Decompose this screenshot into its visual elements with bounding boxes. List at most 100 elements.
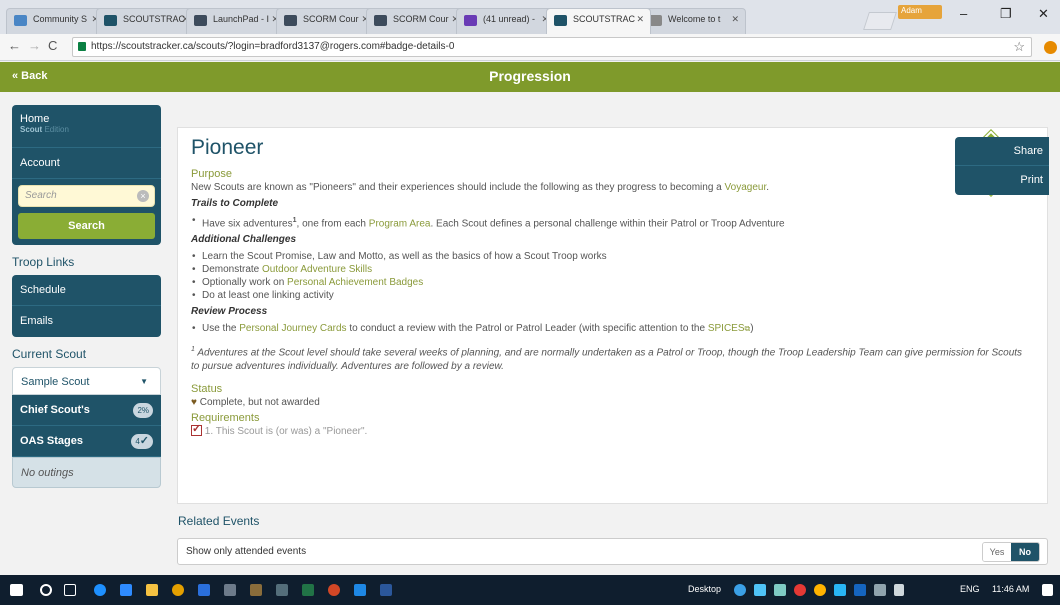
sidebar-item-home[interactable]: Home Scout Edition <box>12 105 161 148</box>
clear-search-icon[interactable]: × <box>137 190 149 202</box>
list-item: Demonstrate Outdoor Adventure Skills <box>191 263 1031 276</box>
list-item: Learn the Scout Promise, Law and Motto, … <box>191 250 1031 263</box>
trails-list: Have six adventures1, one from each Prog… <box>191 214 1031 230</box>
app-icon[interactable] <box>276 584 288 596</box>
additional-list: Learn the Scout Promise, Law and Motto, … <box>191 250 1031 302</box>
outlook-icon[interactable] <box>198 584 210 596</box>
main-nav: Home Scout Edition Account Search × Sear… <box>12 105 161 245</box>
sidebar-item-oas-stages[interactable]: OAS Stages 4✓ <box>12 426 161 457</box>
scout-select[interactable]: Sample Scout ▼ <box>12 367 161 395</box>
tab-favicon-icon <box>554 15 567 26</box>
back-arrow-icon[interactable]: ← <box>8 38 21 53</box>
troop-links: Schedule Emails <box>12 275 161 337</box>
print-button[interactable]: Print <box>955 166 1049 195</box>
app-icon[interactable] <box>354 584 366 596</box>
reload-icon[interactable]: C <box>48 38 57 53</box>
notifications-icon[interactable] <box>1042 584 1053 596</box>
program-area-link[interactable]: Program Area <box>369 218 431 229</box>
search-button[interactable]: Search <box>18 213 155 239</box>
browser-tab[interactable]: (41 unread) -✕ <box>456 8 556 34</box>
badge-content: Purpose New Scouts are known as "Pioneer… <box>191 168 1031 438</box>
spices-link[interactable]: SPICES <box>708 323 745 334</box>
list-item: Use the Personal Journey Cards to conduc… <box>191 322 1031 335</box>
sidebar-item-emails[interactable]: Emails <box>12 306 161 337</box>
sidebar-item-chief-scouts[interactable]: Chief Scout's 2% <box>12 395 161 426</box>
award-pending-icon: ♥ <box>191 396 197 408</box>
close-window-icon[interactable]: ✕ <box>1038 6 1049 22</box>
task-view-icon[interactable] <box>64 584 76 596</box>
url-input[interactable]: https://scoutstracker.ca/scouts/?login=b… <box>72 37 1032 57</box>
badge-title: Pioneer <box>191 136 264 159</box>
journey-cards-link[interactable]: Personal Journey Cards <box>239 323 346 334</box>
search-row: Search × <box>12 179 161 213</box>
cortana-icon[interactable] <box>40 584 52 596</box>
app-icon[interactable] <box>250 584 262 596</box>
oas-link[interactable]: Outdoor Adventure Skills <box>262 264 372 275</box>
requirements-label: Requirements <box>191 411 260 424</box>
troop-links-heading: Troop Links <box>12 255 75 269</box>
toggle-no[interactable]: No <box>1011 543 1039 561</box>
windows-start-icon[interactable] <box>10 584 23 596</box>
volume-icon[interactable] <box>894 584 904 596</box>
profile-button[interactable]: Adam <box>898 5 942 19</box>
browser-tab[interactable]: Community S✕ <box>6 8 106 34</box>
desktop-toolbar[interactable]: Desktop <box>688 584 721 594</box>
bookmark-star-icon[interactable]: ☆ <box>1013 39 1025 55</box>
browser-tab[interactable]: Welcome to t ✕ <box>641 8 746 34</box>
caret-down-icon: ▼ <box>140 377 148 386</box>
chrome-icon[interactable] <box>172 584 184 596</box>
attended-toggle[interactable]: Yes No <box>982 542 1040 562</box>
list-item: Do at least one linking activity <box>191 289 1031 302</box>
sidebar-item-account[interactable]: Account <box>12 148 161 179</box>
status-label: Status <box>191 382 223 395</box>
network-icon[interactable] <box>874 584 886 596</box>
tab-favicon-icon <box>194 15 207 26</box>
stage-badge: 4✓ <box>131 434 153 449</box>
explorer-icon[interactable] <box>146 584 158 596</box>
additional-heading: Additional Challenges <box>191 234 297 246</box>
tray-icon[interactable] <box>834 584 846 596</box>
minimize-icon[interactable]: – <box>960 6 967 21</box>
browser-tab-strip: Community S✕ SCOUTSTRAC✕ LaunchPad - I✕ … <box>0 0 1060 34</box>
maximize-icon[interactable]: ❐ <box>1000 6 1012 22</box>
tab-favicon-icon <box>374 15 387 26</box>
purpose-text: New Scouts are known as "Pioneers" and t… <box>191 182 770 193</box>
excel-icon[interactable] <box>302 584 314 596</box>
browser-tab[interactable]: SCORM Cour✕ <box>276 8 376 34</box>
search-input[interactable]: Search × <box>18 185 155 207</box>
browser-tab-active[interactable]: SCOUTSTRAC ✕ <box>546 8 651 34</box>
tray-icon[interactable] <box>794 584 806 596</box>
progress-badge: 2% <box>133 403 153 418</box>
store-icon[interactable] <box>120 584 132 596</box>
word-icon[interactable] <box>380 584 392 596</box>
close-icon[interactable]: ✕ <box>731 14 739 25</box>
tray-icon[interactable] <box>734 584 746 596</box>
extension-icon[interactable] <box>1044 41 1057 54</box>
browser-tab[interactable]: SCOUTSTRAC✕ <box>96 8 196 34</box>
purpose-label: Purpose <box>191 168 232 180</box>
actions-panel: Share Print <box>955 137 1049 195</box>
requirement-checkbox[interactable] <box>191 423 202 436</box>
forward-arrow-icon[interactable]: → <box>28 38 41 53</box>
powerpoint-icon[interactable] <box>328 584 340 596</box>
tray-icon[interactable] <box>814 584 826 596</box>
browser-tab[interactable]: SCORM Cour✕ <box>366 8 466 34</box>
toggle-yes[interactable]: Yes <box>983 543 1011 561</box>
tray-icon[interactable] <box>754 584 766 596</box>
share-button[interactable]: Share <box>955 137 1049 166</box>
pab-link[interactable]: Personal Achievement Badges <box>287 277 423 288</box>
new-tab-button[interactable] <box>863 12 897 30</box>
no-outings-text: No outings <box>12 457 161 488</box>
tray-icon[interactable] <box>774 584 786 596</box>
lock-icon <box>78 42 86 51</box>
sidebar-item-schedule[interactable]: Schedule <box>12 275 161 306</box>
edge-icon[interactable] <box>94 584 106 596</box>
app-icon[interactable] <box>224 584 236 596</box>
browser-tab[interactable]: LaunchPad - I✕ <box>186 8 286 34</box>
tray-icon[interactable] <box>854 584 866 596</box>
clock[interactable]: 11:46 AM <box>992 584 1029 594</box>
trails-heading: Trails to Complete <box>191 198 279 209</box>
voyageur-link[interactable]: Voyageur <box>725 182 767 193</box>
close-icon[interactable]: ✕ <box>636 14 644 25</box>
language-indicator[interactable]: ENG <box>960 584 980 594</box>
